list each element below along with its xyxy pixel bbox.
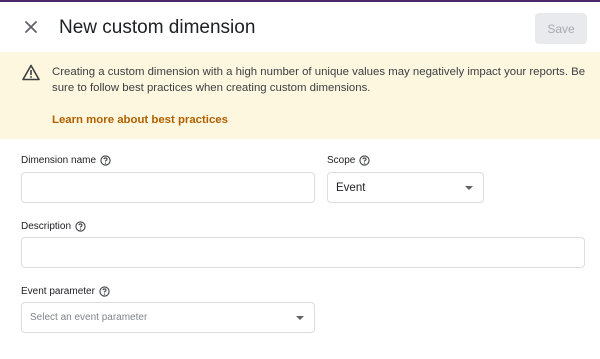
description-label: Description bbox=[21, 220, 86, 233]
event-parameter-label-text: Event parameter bbox=[21, 286, 95, 297]
close-button[interactable] bbox=[20, 16, 42, 38]
chevron-down-icon bbox=[296, 315, 304, 320]
help-circle-icon[interactable] bbox=[99, 286, 110, 297]
learn-more-link[interactable]: Learn more about best practices bbox=[52, 113, 228, 127]
save-button[interactable]: Save bbox=[535, 13, 587, 44]
event-parameter-select[interactable]: Select an event parameter bbox=[21, 302, 315, 333]
dimension-name-label: Dimension name bbox=[21, 154, 111, 167]
event-parameter-placeholder: Select an event parameter bbox=[30, 312, 148, 323]
help-circle-icon[interactable] bbox=[75, 221, 86, 232]
description-input[interactable] bbox=[22, 238, 584, 267]
close-icon bbox=[25, 21, 37, 33]
warning-icon bbox=[22, 64, 40, 81]
scope-select[interactable]: Event bbox=[327, 172, 484, 203]
dimension-name-field[interactable] bbox=[21, 172, 315, 203]
warning-banner: Creating a custom dimension with a high … bbox=[0, 52, 600, 139]
help-circle-icon[interactable] bbox=[359, 155, 371, 166]
description-label-text: Description bbox=[21, 221, 72, 232]
chevron-down-icon bbox=[465, 185, 473, 190]
scope-label: Scope bbox=[327, 154, 371, 167]
scope-label-text: Scope bbox=[327, 155, 356, 166]
dimension-name-label-text: Dimension name bbox=[21, 155, 97, 166]
help-circle-icon[interactable] bbox=[100, 155, 111, 166]
dialog-title: New custom dimension bbox=[59, 17, 256, 38]
scope-selected-value: Event bbox=[336, 181, 366, 194]
dimension-name-input[interactable] bbox=[22, 173, 314, 202]
dialog-header: New custom dimension Save bbox=[0, 2, 600, 52]
description-field[interactable] bbox=[21, 237, 585, 268]
event-parameter-label: Event parameter bbox=[21, 285, 110, 298]
warning-message: Creating a custom dimension with a high … bbox=[52, 66, 586, 94]
